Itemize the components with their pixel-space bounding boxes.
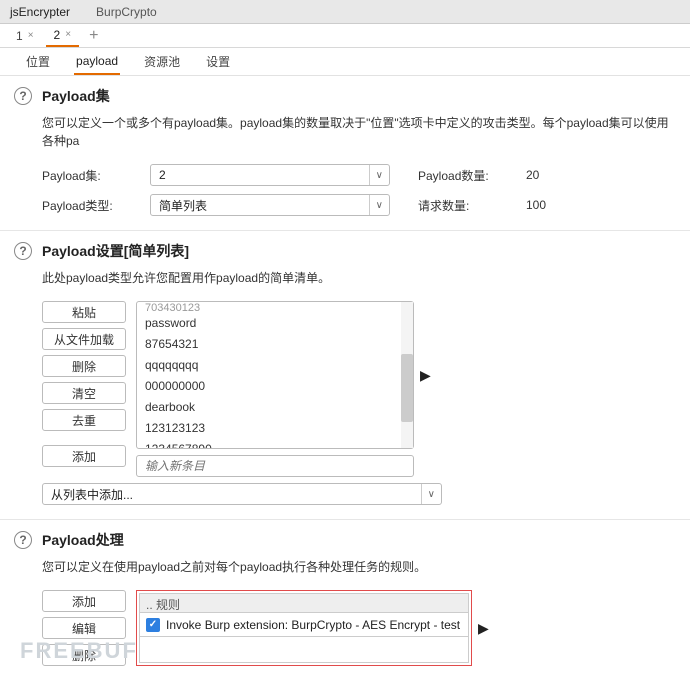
dedup-button[interactable]: 去重: [42, 409, 126, 431]
rules-list: .. 规则 ✓ Invoke Burp extension: BurpCrypt…: [136, 590, 472, 666]
list-item[interactable]: 87654321: [137, 334, 401, 355]
label-payload-type: Payload类型:: [42, 197, 132, 214]
expand-arrow-icon[interactable]: ▶: [472, 590, 495, 666]
clear-button[interactable]: 清空: [42, 382, 126, 404]
scrollbar[interactable]: [401, 302, 413, 448]
chevron-down-icon: ∨: [369, 195, 383, 215]
list-item[interactable]: 123123123: [137, 418, 401, 439]
section-title: Payload设置[简单列表]: [42, 241, 189, 261]
close-icon[interactable]: ×: [28, 30, 34, 41]
label-request-count: 请求数量:: [418, 197, 508, 214]
payload-settings-section: ? Payload设置[简单列表] 此处payload类型允许您配置用作payl…: [0, 231, 690, 520]
tab-payload[interactable]: payload: [74, 49, 120, 75]
list-item[interactable]: qqqqqqqq: [137, 355, 401, 376]
payload-type-select[interactable]: 简单列表 ∨: [150, 194, 390, 216]
add-rule-button[interactable]: 添加: [42, 590, 126, 612]
remove-button[interactable]: 删除: [42, 355, 126, 377]
chevron-down-icon: ∨: [421, 484, 435, 504]
help-icon[interactable]: ?: [14, 87, 32, 105]
paste-button[interactable]: 粘贴: [42, 301, 126, 323]
config-tabs: 位置 payload 资源池 设置: [0, 48, 690, 76]
load-button[interactable]: 从文件加载: [42, 328, 126, 350]
tab-pool[interactable]: 资源池: [142, 48, 182, 75]
section-desc: 您可以定义一个或多个有payload集。payload集的数量取决于"位置"选项…: [42, 114, 676, 150]
add-tab-button[interactable]: +: [83, 27, 104, 45]
rules-header: .. 规则: [139, 593, 469, 613]
payload-list[interactable]: 703430123 password 87654321 qqqqqqqq 000…: [136, 301, 414, 449]
list-item[interactable]: 000000000: [137, 376, 401, 397]
payload-processing-section: FREEBUF ? Payload处理 您可以定义在使用payload之前对每个…: [0, 520, 690, 680]
add-from-list-select[interactable]: 从列表中添加... ∨: [42, 483, 442, 505]
attack-tab-1[interactable]: 1×: [8, 26, 42, 46]
rule-row[interactable]: ✓ Invoke Burp extension: BurpCrypto - AE…: [139, 613, 469, 637]
section-desc: 此处payload类型允许您配置用作payload的简单清单。: [42, 269, 676, 287]
section-desc: 您可以定义在使用payload之前对每个payload执行各种处理任务的规则。: [42, 558, 676, 576]
tab-burpcrypto[interactable]: BurpCrypto: [92, 2, 161, 22]
scroll-thumb[interactable]: [401, 354, 413, 422]
section-title: Payload处理: [42, 530, 124, 550]
tab-settings[interactable]: 设置: [204, 48, 232, 75]
payload-set-section: ? Payload集 您可以定义一个或多个有payload集。payload集的…: [0, 76, 690, 231]
list-item[interactable]: dearbook: [137, 397, 401, 418]
payload-set-select[interactable]: 2 ∨: [150, 164, 390, 186]
list-item[interactable]: password: [137, 313, 401, 334]
tab-positions[interactable]: 位置: [24, 48, 52, 75]
help-icon[interactable]: ?: [14, 242, 32, 260]
tab-jsencrypter[interactable]: jsEncrypter: [6, 2, 74, 22]
edit-rule-button[interactable]: 编辑: [42, 617, 126, 639]
chevron-down-icon: ∨: [369, 165, 383, 185]
extension-tabs: jsEncrypter BurpCrypto: [0, 0, 690, 24]
list-item[interactable]: 703430123: [137, 302, 401, 313]
payload-count-value: 20: [526, 168, 586, 182]
rule-text: Invoke Burp extension: BurpCrypto - AES …: [166, 618, 460, 632]
expand-arrow-icon[interactable]: ▶: [414, 301, 437, 449]
checkbox-checked-icon[interactable]: ✓: [146, 618, 160, 632]
attack-tabs: 1× 2× +: [0, 24, 690, 48]
add-button[interactable]: 添加: [42, 445, 126, 467]
help-icon[interactable]: ?: [14, 531, 32, 549]
remove-rule-button[interactable]: 删除: [42, 644, 126, 666]
label-payload-count: Payload数量:: [418, 167, 508, 184]
attack-tab-2[interactable]: 2×: [46, 25, 80, 47]
add-item-input[interactable]: [136, 455, 414, 477]
list-item[interactable]: 1234567890: [137, 439, 401, 448]
label-payload-set: Payload集:: [42, 167, 132, 184]
close-icon[interactable]: ×: [65, 29, 71, 40]
request-count-value: 100: [526, 198, 586, 212]
section-title: Payload集: [42, 86, 110, 106]
